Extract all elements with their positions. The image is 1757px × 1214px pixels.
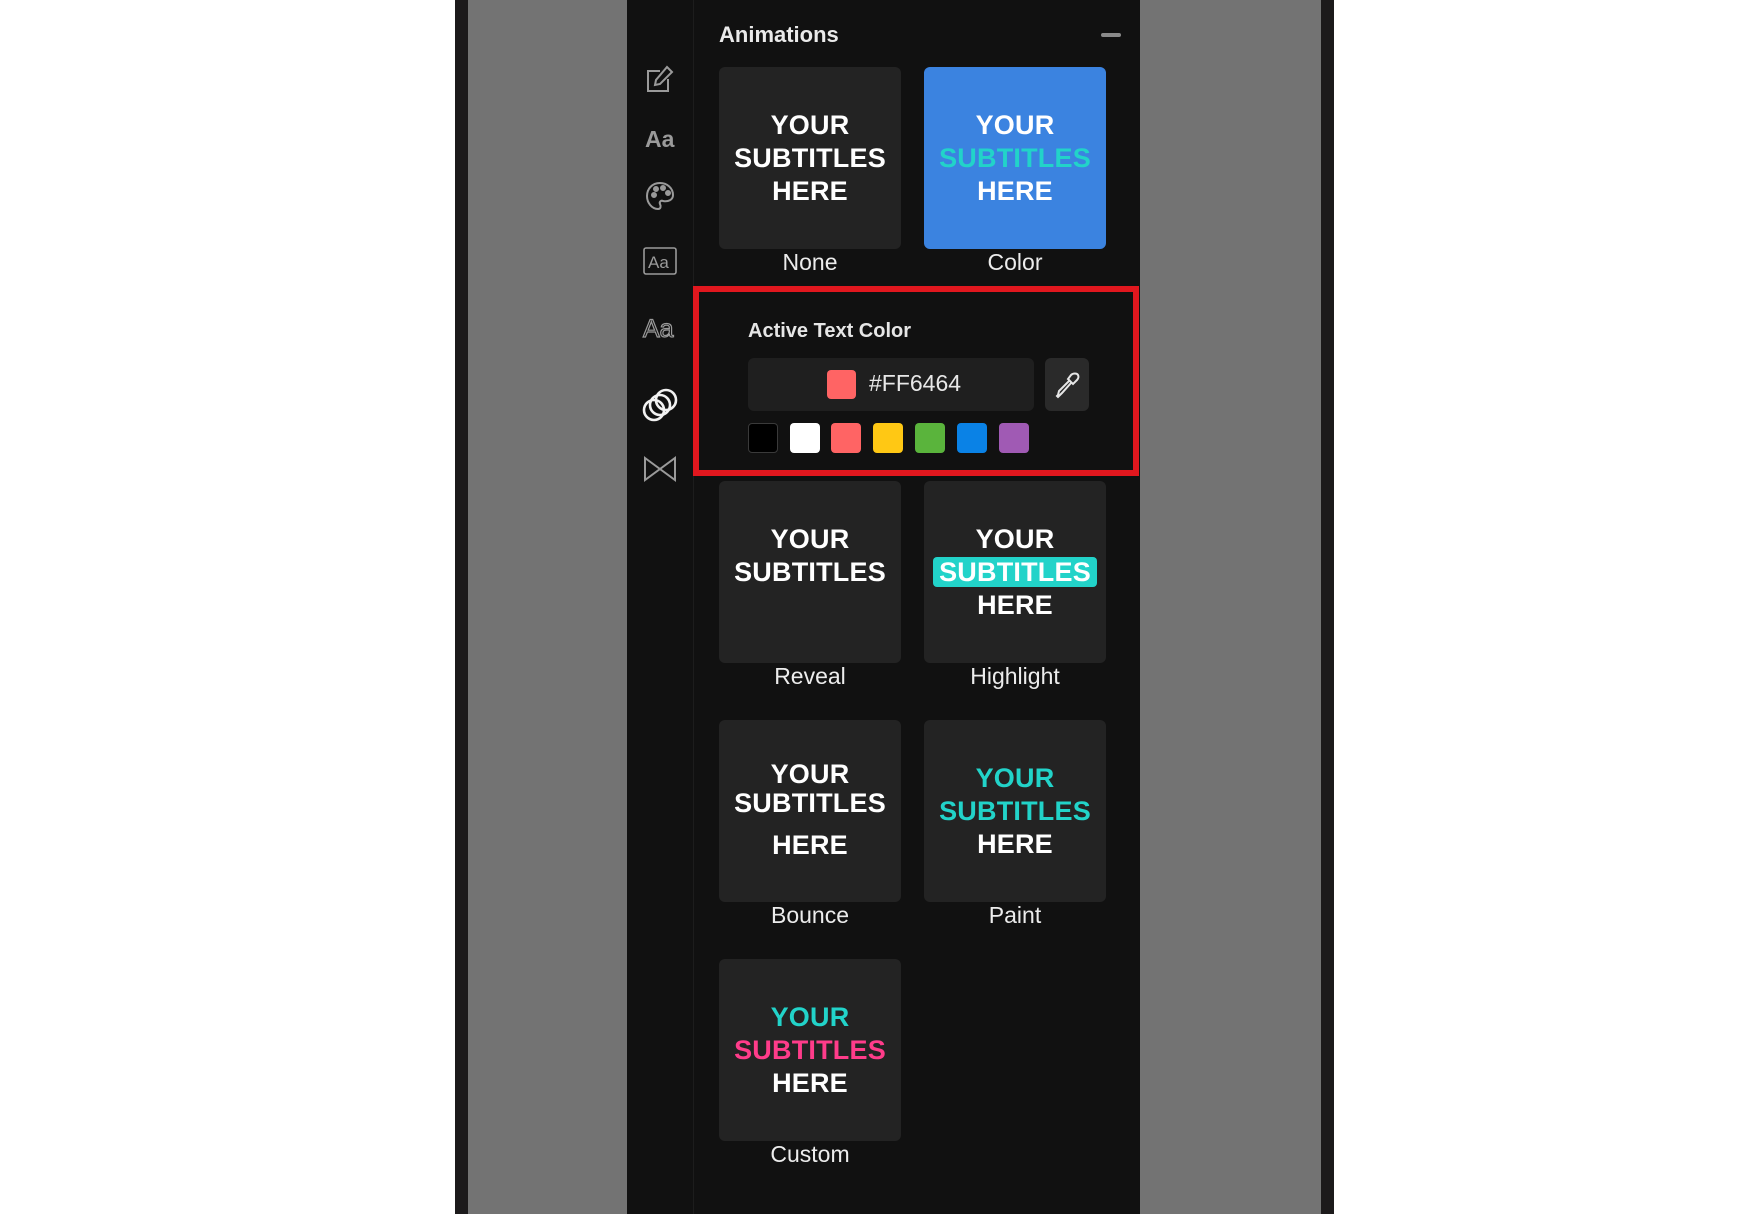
preview-line: YOUR <box>770 109 850 140</box>
svg-text:Aa: Aa <box>648 253 669 272</box>
eyedropper-button[interactable] <box>1045 358 1089 411</box>
animation-preview: YOUR SUBTITLES HERE <box>719 720 901 902</box>
animation-card-color[interactable]: YOUR SUBTITLES HERE <box>924 67 1106 249</box>
preview-line: YOUR <box>975 523 1055 554</box>
preview-line: SUBTITLES <box>734 1034 886 1065</box>
preview-line: HERE <box>772 1067 848 1098</box>
section-title: Animations <box>719 22 839 47</box>
animations-section: Animations YOUR SUBTITLES HERE None YOUR… <box>693 0 1140 1214</box>
swatch-green[interactable] <box>915 423 945 453</box>
palette-icon <box>645 181 675 211</box>
edit-tool-button[interactable] <box>639 58 681 100</box>
animation-card-custom[interactable]: YOUR SUBTITLES HERE <box>719 959 901 1141</box>
animation-card-highlight[interactable]: YOUR SUBTITLES HERE <box>924 481 1106 663</box>
edit-icon <box>647 65 674 92</box>
animation-card-none[interactable]: YOUR SUBTITLES HERE <box>719 67 901 249</box>
text-box-tool-button[interactable]: Aa <box>639 240 681 282</box>
animation-preview: YOUR SUBTITLES HERE <box>924 720 1106 902</box>
swatch-coral[interactable] <box>831 423 861 453</box>
animation-label-bounce: Bounce <box>770 902 849 928</box>
animation-preview: YOUR SUBTITLES <box>719 481 901 663</box>
animation-label-custom: Custom <box>770 1141 850 1167</box>
animation-label-none: None <box>782 249 838 275</box>
preview-line: YOUR <box>770 758 850 789</box>
swatch-white[interactable] <box>790 423 820 453</box>
preview-line: SUBTITLES <box>734 557 886 587</box>
animation-preview: YOUR SUBTITLES HERE <box>924 481 1106 663</box>
animation-card-reveal[interactable]: YOUR SUBTITLES <box>719 481 901 663</box>
animation-preview: YOUR SUBTITLES HERE <box>719 67 901 249</box>
preview-line: HERE <box>772 175 848 206</box>
preview-line: YOUR <box>975 762 1055 793</box>
text-outline-icon: Aa <box>642 314 674 342</box>
preview-line: SUBTITLES <box>734 787 886 818</box>
collapse-button[interactable] <box>1097 24 1125 46</box>
preview-line: SUBTITLES <box>734 142 886 173</box>
animation-label-reveal: Reveal <box>774 663 846 689</box>
preview-line: HERE <box>977 175 1053 206</box>
animations-tool-button[interactable] <box>639 384 681 426</box>
hex-value: #FF6464 <box>869 370 962 396</box>
preview-line: HERE <box>772 829 848 860</box>
transitions-icon <box>644 456 676 482</box>
preview-line: SUBTITLES <box>939 142 1091 173</box>
animation-card-paint[interactable]: YOUR SUBTITLES HERE <box>924 720 1106 902</box>
preview-line: SUBTITLES <box>939 795 1091 826</box>
animations-icon <box>642 388 678 422</box>
svg-text:Aa: Aa <box>643 315 674 342</box>
tool-rail: Aa Aa Aa <box>627 0 694 1214</box>
svg-text:Aa: Aa <box>645 126 675 152</box>
palette-tool-button[interactable] <box>639 175 681 217</box>
animation-preview: YOUR SUBTITLES HERE <box>924 67 1106 249</box>
preview-line: HERE <box>977 589 1053 620</box>
preview-line: SUBTITLES <box>933 556 1097 589</box>
swatch-purple[interactable] <box>999 423 1029 453</box>
preview-line: YOUR <box>975 109 1055 140</box>
transitions-tool-button[interactable] <box>639 448 681 490</box>
swatch-blue[interactable] <box>957 423 987 453</box>
preview-line: YOUR <box>770 524 850 554</box>
animation-preview: YOUR SUBTITLES HERE <box>719 959 901 1141</box>
eyedropper-icon <box>1055 372 1080 398</box>
hex-color-input[interactable]: #FF6464 <box>748 358 1034 411</box>
swatch-black[interactable] <box>748 423 778 453</box>
font-tool-button[interactable]: Aa <box>639 117 681 159</box>
highlighted-word: SUBTITLES <box>933 556 1097 587</box>
swatch-yellow[interactable] <box>873 423 903 453</box>
animation-card-bounce[interactable]: YOUR SUBTITLES HERE <box>719 720 901 902</box>
preview-line: HERE <box>977 828 1053 859</box>
current-color-swatch <box>827 370 856 399</box>
active-text-color-title: Active Text Color <box>748 320 911 342</box>
animation-label-highlight: Highlight <box>970 663 1060 689</box>
font-icon: Aa <box>645 126 675 152</box>
animation-label-color: Color <box>987 249 1043 275</box>
animation-label-paint: Paint <box>988 902 1042 928</box>
preview-line: YOUR <box>770 1001 850 1032</box>
text-outline-tool-button[interactable]: Aa <box>639 306 681 348</box>
text-box-icon: Aa <box>643 247 677 275</box>
